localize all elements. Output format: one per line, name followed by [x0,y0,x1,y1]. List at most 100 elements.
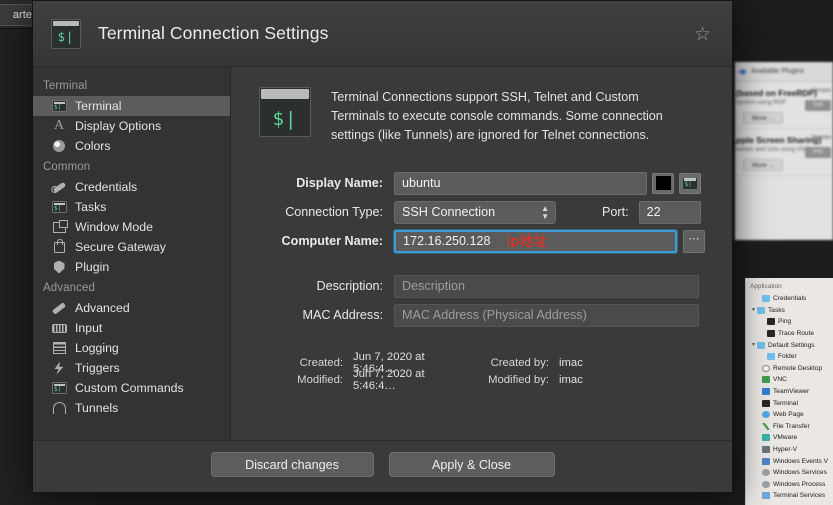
sidebar-item-colors[interactable]: Colors [33,136,230,156]
settings-sidebar[interactable]: Terminal Terminal A Display Options Colors Co… [33,67,231,440]
sidebar-item-display-options[interactable]: A Display Options [33,116,230,136]
tree-twisty-icon[interactable]: ▼ [750,342,757,348]
tree-item-label: Trace Route [778,330,815,338]
plugins-panel-header: Available Plugins [735,62,833,82]
tree-item-label: Tasks [768,306,785,314]
sidebar-item-terminal[interactable]: Terminal [33,96,230,116]
tree-item-label: Hyper-V [773,446,798,454]
color-wheel-icon [51,139,67,153]
sidebar-item-label: Plugin [75,260,110,274]
sidebar-item-tunnels[interactable]: Tunnels [33,398,230,418]
display-color-swatch-button[interactable] [652,172,674,194]
tree-item-label: Web Page [773,411,804,419]
display-name-label: Display Name: [296,176,383,191]
tree-item-label: Terminal Services [773,492,826,500]
plugin-row[interactable]: Version Inst op (based on FreeRDP) s com… [735,82,833,129]
tree-item-label: Windows Events V [773,457,828,465]
plugin-version-label: Version [810,88,831,94]
connection-type-value: SSH Connection [402,205,496,220]
tree-item-label: Credentials [773,295,807,303]
computer-name-input[interactable]: 172.16.250.128 ip地址 [394,229,677,253]
sidebar-item-custom-commands[interactable]: Custom Commands [33,378,230,398]
dot-icon [762,411,770,419]
tree-item[interactable]: Folder [750,351,833,363]
tree-item[interactable]: ▼ Tasks [750,305,833,317]
favorite-star-icon[interactable]: ☆ [693,25,712,44]
tree-item[interactable]: Terminal [750,397,833,409]
sidebar-item-credentials[interactable]: Credentials [33,177,230,197]
computer-name-row: Computer Name: 172.16.250.128 ip地址 ⋯ [253,229,714,253]
sidebar-item-label: Display Options [75,119,162,133]
sidebar-item-input[interactable]: Input [33,318,230,338]
created-label: Created: [299,357,343,370]
tree-item[interactable]: VMware [750,432,833,444]
tree-item[interactable]: Remote Desktop [750,363,833,375]
sidebar-group-label: Terminal [43,80,88,92]
computer-name-value: 172.16.250.128 [403,234,491,249]
dialog-body: Terminal Terminal A Display Options Colors Co… [33,67,732,440]
sidebar-item-label: Colors [75,139,111,153]
gateway-lock-icon [51,238,67,254]
tree-item[interactable]: Terminal Services [750,490,833,502]
tree-item-label: Folder [778,353,797,361]
plugin-install-button[interactable]: Inst [805,147,831,158]
port-label: Port: [602,205,629,220]
created-by-value: imac [559,357,583,370]
circle-icon [762,364,770,372]
dialog-footer: Discard changes Apply & Close [33,440,732,492]
terminal-connection-settings-dialog: $| Terminal Connection Settings ☆ Termin… [32,0,733,493]
tree-twisty-icon[interactable]: ▼ [750,307,757,313]
sidebar-item-window-mode[interactable]: Window Mode [33,217,230,237]
tree-item[interactable]: File Transfer [750,421,833,433]
sidebar-item-advanced[interactable]: Advanced [33,298,230,318]
tree-item[interactable]: Trace Route [750,328,833,340]
plugin-row[interactable]: Version Inst n Apple Screen Sharing) s, … [735,129,833,176]
tree-item-label: File Transfer [773,422,810,430]
plugin-more-button[interactable]: More ... [743,159,783,171]
log-list-icon [51,341,67,355]
sidebar-item-secure-gateway[interactable]: Secure Gateway [33,237,230,257]
mac-address-label: MAC Address: [302,308,384,323]
object-tree-panel[interactable]: Application Credentials ▼ Tasks Ping Trace R… [745,278,833,505]
computer-name-browse-button[interactable]: ⋯ [683,229,705,253]
apply-and-close-button[interactable]: Apply & Close [388,452,555,477]
tree-item[interactable]: Windows Events V [750,455,833,467]
connection-type-row: Connection Type: SSH Connection ▲ ▼ Port:… [253,200,714,224]
tree-item[interactable]: Hyper-V [750,444,833,456]
sidebar-item-triggers[interactable]: Triggers [33,358,230,378]
connection-type-select[interactable]: SSH Connection ▲ ▼ [394,200,556,224]
sidebar-item-label: Window Mode [75,220,153,234]
modified-by-value: imac [559,374,583,387]
description-input[interactable]: Description [394,274,699,298]
discard-changes-button[interactable]: Discard changes [210,452,374,477]
plugin-install-button[interactable]: Inst [805,100,831,111]
tree-item[interactable]: Ping [750,316,833,328]
tree-item[interactable]: Credentials [750,293,833,305]
sidebar-item-plugin[interactable]: Plugin [33,257,230,277]
port-input[interactable]: 22 [638,200,701,224]
modified-row: Modified: Jun 7, 2020 at 5:46:4… Modifie… [253,368,714,392]
tree-item[interactable]: TeamViewer [750,386,833,398]
description-row: Description: Description [253,274,714,298]
plugin-more-button[interactable]: More ... [743,112,783,124]
black-square-icon [767,318,775,326]
intro-description: Terminal Connections support SSH, Telnet… [331,90,663,143]
folder-icon [757,341,765,349]
mac-address-input[interactable]: MAC Address (Physical Address) [394,303,699,327]
tree-item[interactable]: Windows Services [750,467,833,479]
flag-icon [762,457,770,465]
tree-item[interactable]: VNC [750,374,833,386]
sidebar-item-label: Triggers [75,361,120,375]
tree-item[interactable]: ▼ Default Settings [750,339,833,351]
tree-item-label: Ping [778,318,792,326]
tree-item-label: TeamViewer [773,388,810,396]
tree-item[interactable]: Windows Process [750,479,833,491]
display-name-input[interactable]: ubuntu [394,171,647,195]
folder-icon [757,306,765,314]
metadata-section: Created: Jun 7, 2020 at 5:46:4… Created … [253,351,714,392]
sidebar-item-label: Input [75,321,103,335]
terminal-icon-button[interactable] [679,172,701,194]
sidebar-item-tasks[interactable]: Tasks [33,197,230,217]
sidebar-item-logging[interactable]: Logging [33,338,230,358]
tree-item[interactable]: Web Page [750,409,833,421]
